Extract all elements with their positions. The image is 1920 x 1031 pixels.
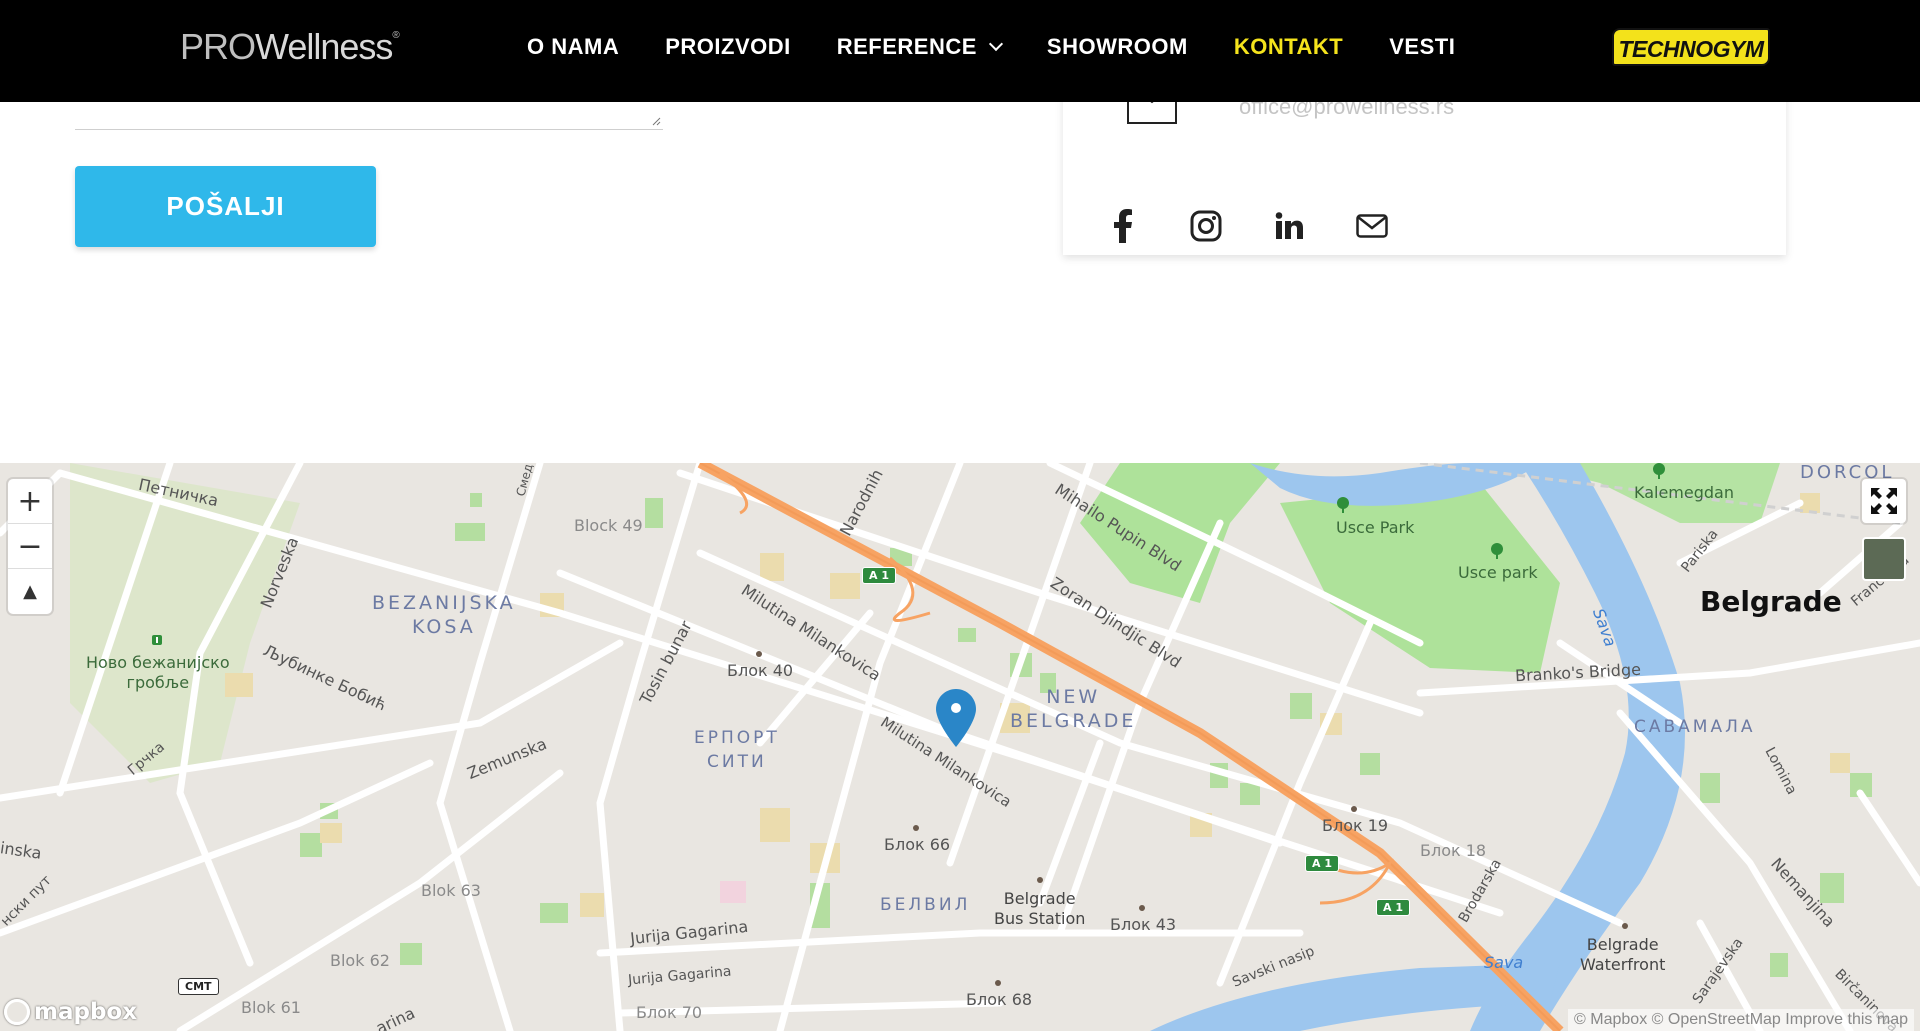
main-nav: O NAMA PROIZVODI REFERENCE SHOWROOM KONT…: [527, 34, 1501, 60]
poi-dot: [913, 825, 919, 831]
logo-registered-mark: ®: [392, 30, 399, 41]
mapbox-logo-text: mapbox: [34, 999, 138, 1025]
linkedin-icon[interactable]: [1267, 204, 1311, 248]
social-links: [1101, 204, 1433, 248]
block-label: Блок 66: [884, 835, 951, 854]
block-label: Блок 43: [1110, 915, 1177, 934]
chevron-down-icon: [988, 36, 1003, 52]
fullscreen-icon: [1871, 488, 1897, 514]
location-pin-icon[interactable]: [936, 689, 976, 747]
map-attribution: © Mapbox © OpenStreetMap Improve this ma…: [1568, 1009, 1914, 1031]
submit-button[interactable]: POŠALJI: [75, 166, 376, 247]
logo-pro-text: PRO: [180, 26, 256, 67]
mapbox-logo[interactable]: mapbox: [4, 999, 137, 1025]
block-label: Block 49: [574, 516, 643, 535]
poi-badge: CMT: [178, 978, 219, 995]
map-zoom-controls: + − ▲: [8, 479, 52, 614]
nav-item-kontakt[interactable]: KONTAKT: [1234, 34, 1343, 60]
nav-item-reference-label: REFERENCE: [836, 34, 977, 59]
nav-item-o-nama[interactable]: O NAMA: [527, 34, 619, 60]
motorway-shield: A 1: [1305, 855, 1339, 872]
district-label: БЕЛВИЛ: [880, 895, 971, 915]
tree-icon: [1491, 543, 1503, 559]
poi-dot: [995, 980, 1001, 986]
nav-item-vesti[interactable]: VESTI: [1389, 34, 1455, 60]
district-label: BEZANIJSKA KOSA: [372, 592, 516, 638]
top-navigation-bar: PROWellness® O NAMA PROIZVODI REFERENCE …: [0, 0, 1920, 102]
attribution-osm-link[interactable]: © OpenStreetMap: [1652, 1011, 1781, 1028]
facebook-icon[interactable]: [1101, 204, 1145, 248]
satellite-toggle-button[interactable]: [1862, 537, 1906, 581]
technogym-logo[interactable]: TECHNOGYM: [1612, 28, 1770, 66]
park-label: Usce park: [1458, 563, 1538, 582]
tree-icon: [1653, 463, 1665, 479]
page: PROWellness® O NAMA PROIZVODI REFERENCE …: [0, 0, 1920, 1031]
mapbox-circle-icon: [4, 999, 30, 1025]
park-label: Usce Park: [1336, 518, 1415, 537]
tree-icon: [1337, 497, 1349, 513]
district-label: САВАМАЛА: [1634, 717, 1756, 737]
prowellness-logo[interactable]: PROWellness®: [180, 26, 400, 68]
block-label: Блок 40: [727, 661, 794, 680]
resize-grip-icon[interactable]: [651, 116, 661, 126]
district-label: ЕРПОРТ СИТИ: [694, 728, 780, 772]
compass-button[interactable]: ▲: [8, 569, 52, 614]
block-label: Блок 19: [1322, 816, 1389, 835]
nav-item-reference[interactable]: REFERENCE: [836, 34, 1003, 60]
park-label: Kalemegdan: [1634, 483, 1734, 502]
mail-icon[interactable]: [1350, 204, 1394, 248]
cemetery-icon: [152, 635, 162, 645]
block-label: Блок 70: [636, 1003, 703, 1022]
poi-dot: [1622, 923, 1628, 929]
district-label: NEW BELGRADE: [1010, 686, 1137, 732]
block-label: Blok 62: [330, 951, 390, 970]
instagram-icon[interactable]: [1184, 204, 1228, 248]
park-label: Ново бежанијско гробље: [86, 653, 230, 692]
poi-dot: [1037, 877, 1043, 883]
nav-item-showroom[interactable]: SHOWROOM: [1047, 34, 1188, 60]
location-map[interactable]: BEZANIJSKA KOSA NEW BELGRADE ЕРПОРТ СИТИ…: [0, 463, 1920, 1031]
motorway-shield: A 1: [1376, 899, 1410, 916]
block-label: Блок 68: [966, 990, 1033, 1009]
poi-dot: [756, 651, 762, 657]
poi-dot: [1139, 905, 1145, 911]
city-label: Belgrade: [1700, 585, 1842, 618]
block-label: Blok 61: [241, 998, 301, 1017]
block-label: Blok 63: [421, 881, 481, 900]
nav-item-proizvodi[interactable]: PROIZVODI: [665, 34, 791, 60]
logo-wellness-text: Wellness: [255, 26, 393, 67]
zoom-in-button[interactable]: +: [8, 479, 52, 524]
fullscreen-button[interactable]: [1862, 479, 1906, 523]
attribution-mapbox-link[interactable]: © Mapbox: [1574, 1011, 1647, 1028]
attribution-improve-link[interactable]: Improve this map: [1785, 1011, 1908, 1028]
zoom-out-button[interactable]: −: [8, 524, 52, 569]
waterfront-label: Belgrade Waterfront: [1580, 935, 1666, 974]
message-textarea[interactable]: [75, 100, 663, 130]
bus-station-label: Belgrade Bus Station: [994, 889, 1086, 928]
motorway-shield: A 1: [862, 567, 896, 584]
block-label: Блок 18: [1420, 841, 1487, 860]
river-label: Sava: [1484, 953, 1524, 972]
poi-dot: [1351, 806, 1357, 812]
